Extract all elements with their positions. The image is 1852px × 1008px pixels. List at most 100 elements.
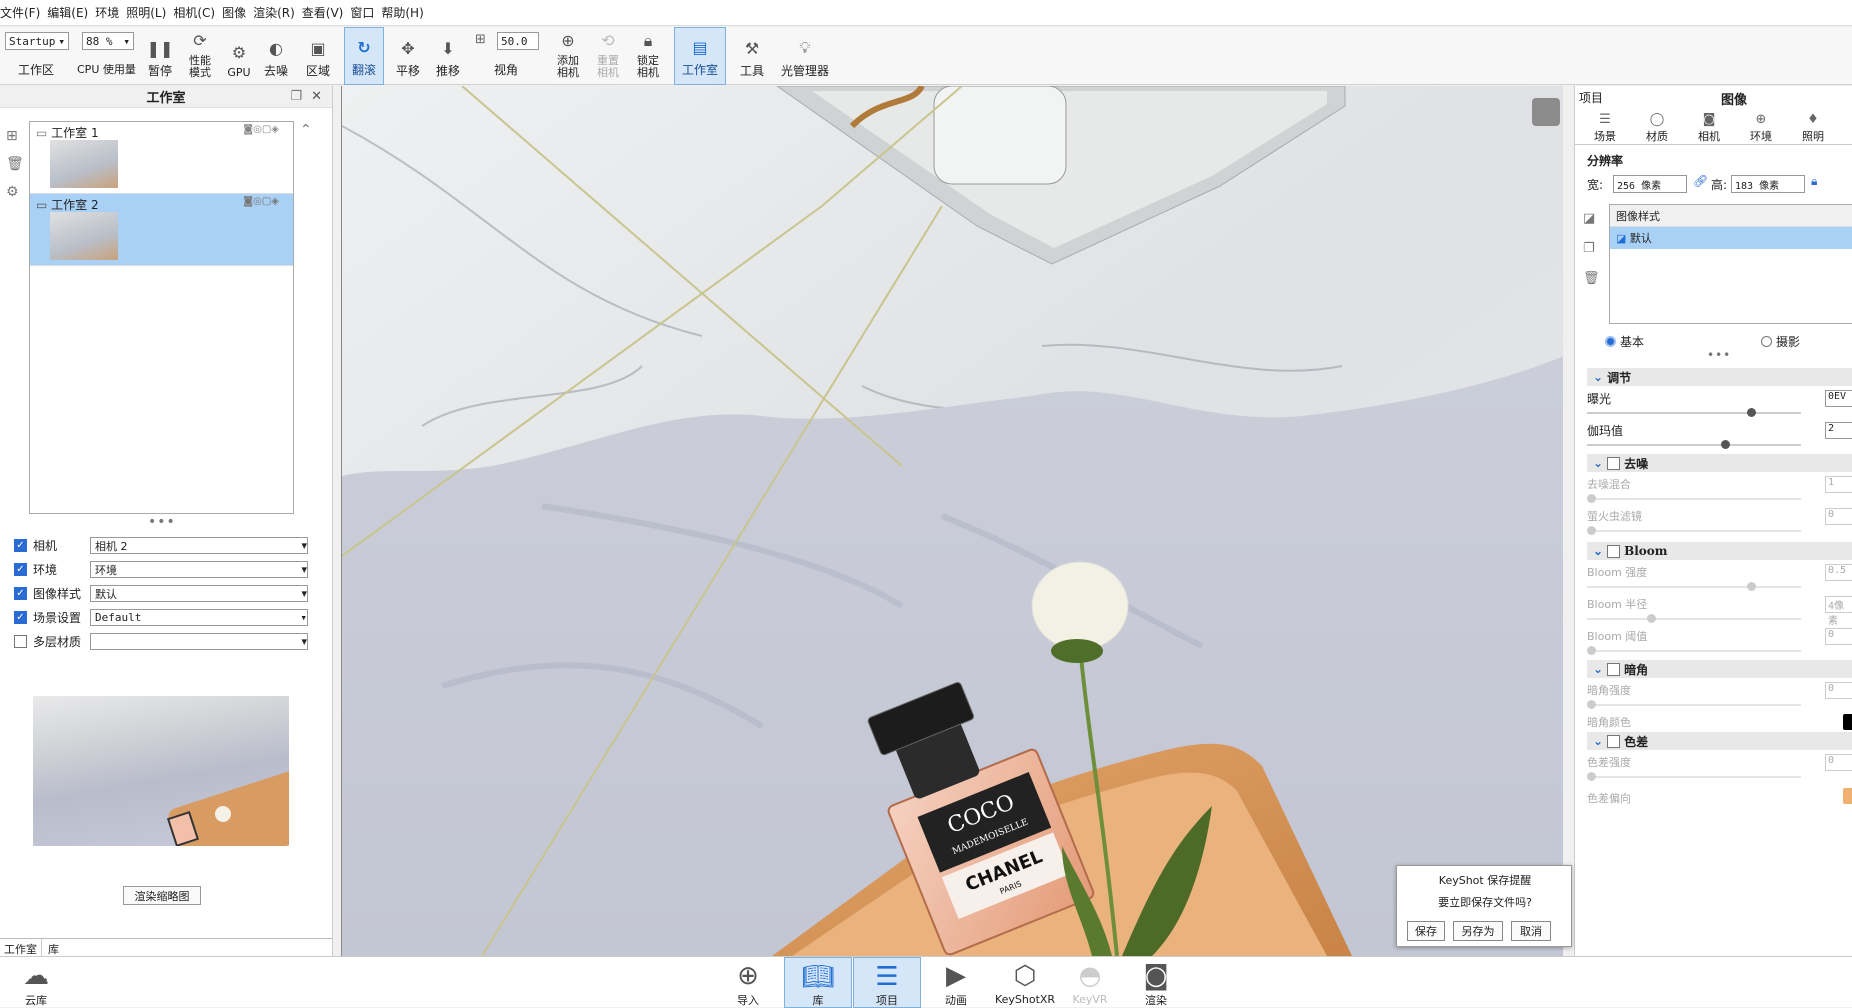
float-icon[interactable]: ❐ — [290, 89, 302, 104]
checkbox[interactable]: ✓ — [14, 610, 27, 624]
slider-knob[interactable] — [1647, 614, 1656, 623]
section-denoise[interactable]: ⌄ 去噪 — [1587, 454, 1852, 472]
chromatic-strength-value[interactable]: 0 — [1825, 754, 1852, 771]
performance-mode-button[interactable]: ⟳ 性能 模式 — [184, 27, 216, 85]
checkbox[interactable] — [1607, 544, 1621, 558]
close-icon[interactable]: ✕ — [311, 89, 322, 104]
studio-item[interactable]: ▭ 工作室 1 ◙◎▢◈ — [30, 122, 293, 194]
bloom-threshold-value[interactable]: 0 — [1825, 628, 1852, 645]
bloom-radius-value[interactable]: 4像素 — [1825, 596, 1852, 627]
gamma-slider[interactable] — [1587, 440, 1801, 449]
denoise-mix-slider[interactable] — [1587, 494, 1801, 503]
option-camera[interactable]: ✓ 相机 — [14, 534, 57, 556]
scene-settings-combo[interactable]: Default ▾ — [90, 609, 308, 626]
lock-icon[interactable]: 🔒︎ — [1811, 174, 1817, 189]
multilayer-combo[interactable]: ▾ — [90, 633, 308, 650]
checkbox[interactable]: ✓ — [14, 586, 27, 600]
menu-environment[interactable]: 环境 — [95, 4, 126, 21]
denoise-button[interactable]: ◐ 去噪 — [260, 27, 292, 85]
vignette-color-swatch[interactable] — [1843, 714, 1852, 730]
slider-knob[interactable] — [1587, 526, 1596, 535]
image-style-icon[interactable]: ◪ — [1583, 204, 1600, 234]
pause-button[interactable]: ❚❚ 暂停 — [146, 27, 174, 85]
checkbox[interactable] — [14, 634, 27, 648]
firefly-slider[interactable] — [1587, 526, 1801, 535]
exposure-value[interactable]: 0EV — [1825, 390, 1852, 407]
dolly-button[interactable]: ⬇ 推移 — [430, 27, 466, 85]
more-icon[interactable]: ••• — [1707, 348, 1731, 362]
project-button[interactable]: ☰ 项目 — [853, 957, 921, 1008]
slider-knob[interactable] — [1747, 582, 1756, 591]
option-environment[interactable]: ✓ 环境 — [14, 558, 57, 580]
tab-studio[interactable]: 工作室 — [0, 939, 42, 956]
environment-combo[interactable]: 环境 ▾ — [90, 561, 308, 578]
lock-camera-button[interactable]: 🔒︎ 锁定 相机 — [630, 27, 666, 85]
tumble-button[interactable]: ↻ 翻滚 — [344, 27, 384, 85]
option-scene-settings[interactable]: ✓ 场景设置 — [14, 606, 81, 628]
menu-lighting[interactable]: 照明(L) — [126, 4, 173, 21]
checkbox[interactable] — [1607, 734, 1621, 748]
slider-knob[interactable] — [1587, 772, 1596, 781]
firefly-value[interactable]: 0 — [1825, 508, 1852, 525]
section-adjust[interactable]: ⌄ 调节 — [1587, 368, 1852, 386]
camera-combo[interactable]: 相机 2 ▾ — [90, 537, 308, 554]
section-chromatic[interactable]: ⌄ 色差 — [1587, 732, 1852, 750]
menu-view[interactable]: 查看(V) — [302, 4, 351, 21]
subtab-lighting[interactable]: ♦ 照明 — [1787, 112, 1839, 144]
render-viewport[interactable]: COCO MADEMOISELLE CHANEL PARIS — [341, 86, 1563, 956]
radio-unselected[interactable] — [1761, 336, 1772, 347]
region-button[interactable]: ▣ 区域 — [300, 27, 336, 85]
exposure-slider[interactable] — [1587, 408, 1801, 417]
workspace-select[interactable]: Startup ▾ — [5, 32, 69, 50]
section-vignette[interactable]: ⌄ 暗角 — [1587, 660, 1852, 678]
subtab-scene[interactable]: ☰ 场景 — [1579, 112, 1631, 144]
bloom-strength-value[interactable]: 0.5 — [1825, 564, 1852, 581]
mode-basic[interactable]: 基本 — [1605, 333, 1644, 350]
gpu-button[interactable]: ⚙ GPU — [224, 27, 254, 85]
trash-icon[interactable]: 🗑︎ — [1583, 264, 1600, 294]
subtab-material[interactable]: ◯ 材质 — [1631, 112, 1683, 144]
save-button[interactable]: 保存 — [1407, 921, 1445, 941]
bloom-strength-slider[interactable] — [1587, 582, 1801, 591]
duplicate-icon[interactable]: ❐ — [1583, 234, 1600, 264]
mode-photo[interactable]: 摄影 — [1761, 333, 1800, 350]
menu-edit[interactable]: 编辑(E) — [47, 4, 95, 21]
render-thumbnail-button[interactable]: 渲染缩略图 — [123, 886, 201, 905]
height-input[interactable]: 183 像素 — [1731, 175, 1805, 193]
menu-render[interactable]: 渲染(R) — [253, 4, 302, 21]
option-image-style[interactable]: ✓ 图像样式 — [14, 582, 81, 604]
tools-button[interactable]: ⚒ 工具 — [734, 27, 770, 85]
cpu-select[interactable]: 88 % ▾ — [82, 32, 134, 50]
lock-camera-overlay-icon[interactable] — [1532, 98, 1560, 126]
bloom-radius-slider[interactable] — [1587, 614, 1801, 623]
menu-file[interactable]: 文件(F) — [0, 4, 47, 21]
menu-camera[interactable]: 相机(C) — [173, 4, 222, 21]
image-style-combo[interactable]: 默认 ▾ — [90, 585, 308, 602]
animation-button[interactable]: ▶ 动画 — [922, 957, 990, 1008]
tab-project[interactable]: 项目 — [1579, 89, 1603, 106]
link-icon[interactable]: 🔗︎ — [1693, 174, 1708, 188]
more-icon[interactable]: ••• — [148, 514, 176, 530]
trash-icon[interactable]: 🗑︎ — [6, 150, 24, 178]
render-button[interactable]: ◙ 渲染 — [1128, 957, 1184, 1008]
section-bloom[interactable]: ⌄ Bloom — [1587, 542, 1852, 560]
save-as-button[interactable]: 另存为 — [1453, 921, 1503, 941]
vignette-strength-value[interactable]: 0 — [1825, 682, 1852, 699]
subtab-camera[interactable]: ◙ 相机 — [1683, 112, 1735, 144]
slider-knob[interactable] — [1587, 646, 1596, 655]
subtab-environment[interactable]: ⊕ 环境 — [1735, 112, 1787, 144]
pan-button[interactable]: ✥ 平移 — [390, 27, 426, 85]
collapse-up-icon[interactable]: ⌃ — [300, 122, 312, 138]
menu-image[interactable]: 图像 — [222, 4, 253, 21]
studio-item[interactable]: ▭ 工作室 2 ◙◎▢◈ — [30, 194, 293, 266]
option-multilayer-material[interactable]: 多层材质 — [14, 630, 81, 652]
fov-input[interactable]: 50.0 — [497, 32, 539, 50]
chromatic-strength-slider[interactable] — [1587, 772, 1801, 781]
gear-icon[interactable]: ⚙ — [6, 178, 24, 206]
studio-button[interactable]: ▤ 工作室 — [674, 27, 726, 85]
slider-knob[interactable] — [1587, 494, 1596, 503]
slider-knob[interactable] — [1587, 700, 1596, 709]
gamma-value[interactable]: 2 — [1825, 422, 1852, 439]
library-button[interactable]: 📖︎ 库 — [784, 957, 852, 1008]
checkbox[interactable]: ✓ — [14, 562, 27, 576]
